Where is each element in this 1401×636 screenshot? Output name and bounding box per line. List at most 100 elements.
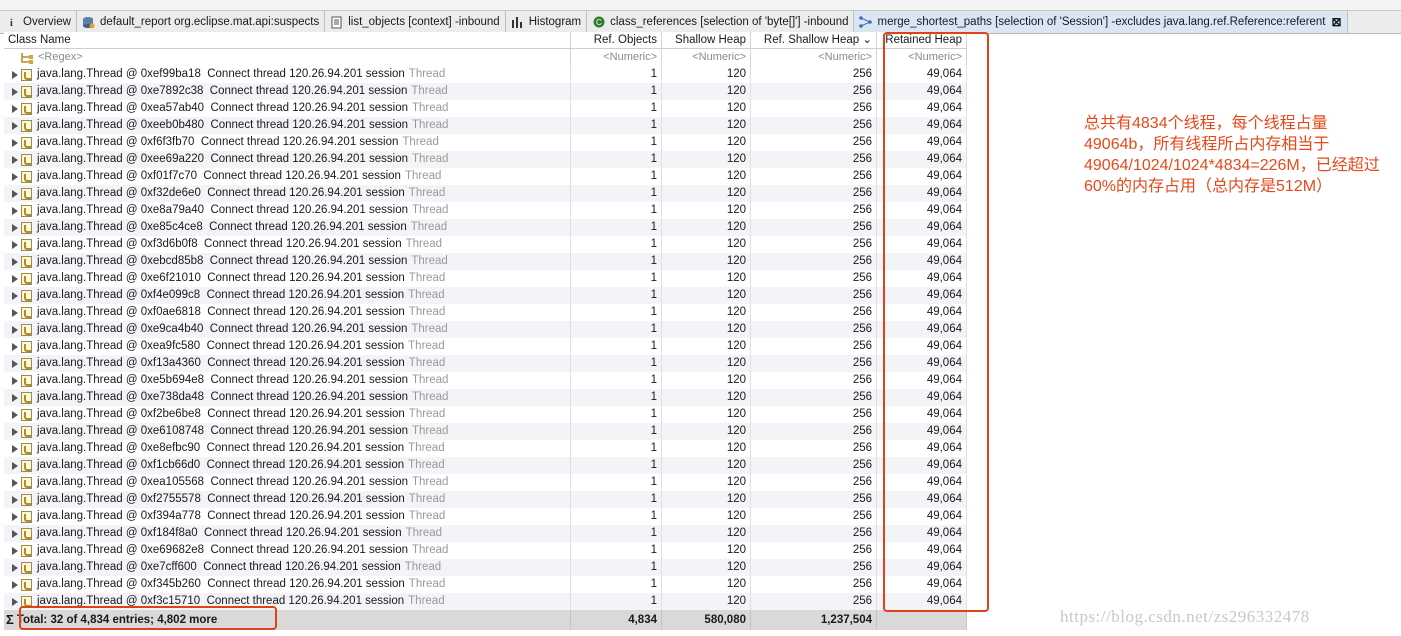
close-tab-icon[interactable]: ⊠ (1332, 15, 1342, 29)
expand-arrow-icon[interactable] (12, 495, 18, 504)
ref-shallow-heap-filter-input[interactable]: <Numeric> (751, 49, 877, 66)
expand-arrow-icon[interactable] (12, 529, 18, 538)
expand-arrow-icon[interactable] (12, 274, 18, 283)
table-row[interactable]: java.lang.Thread @ 0xf13a4360 Connect th… (4, 355, 967, 372)
tab-label: Overview (23, 16, 71, 28)
table-row[interactable]: java.lang.Thread @ 0xe7cff600 Connect th… (4, 559, 967, 576)
expand-arrow-icon[interactable] (12, 70, 18, 79)
expand-arrow-icon[interactable] (12, 393, 18, 402)
table-row[interactable]: java.lang.Thread @ 0xe69682e8 Connect th… (4, 542, 967, 559)
object-address: java.lang.Thread @ 0xf0ae6818 (37, 306, 201, 318)
thread-description: Connect thread 120.26.94.201 session (204, 527, 402, 539)
table-row[interactable]: java.lang.Thread @ 0xe738da48 Connect th… (4, 389, 967, 406)
class-name-cell: java.lang.Thread @ 0xee69a220 Connect th… (4, 151, 571, 168)
expand-arrow-icon[interactable] (12, 461, 18, 470)
expand-arrow-icon[interactable] (12, 104, 18, 113)
table-row[interactable]: java.lang.Thread @ 0xf0ae6818 Connect th… (4, 304, 967, 321)
table-row[interactable]: java.lang.Thread @ 0xea105568 Connect th… (4, 474, 967, 491)
expand-arrow-icon[interactable] (12, 478, 18, 487)
table-row[interactable]: java.lang.Thread @ 0xf394a778 Connect th… (4, 508, 967, 525)
expand-arrow-icon[interactable] (12, 206, 18, 215)
expand-arrow-icon[interactable] (12, 172, 18, 181)
thread-type: Thread (408, 289, 445, 301)
table-row[interactable]: java.lang.Thread @ 0xe6108748 Connect th… (4, 423, 967, 440)
table-row[interactable]: java.lang.Thread @ 0xe7892c38 Connect th… (4, 83, 967, 100)
expand-arrow-icon[interactable] (12, 257, 18, 266)
table-row[interactable]: java.lang.Thread @ 0xe85c4ce8 Connect th… (4, 219, 967, 236)
table-row[interactable]: java.lang.Thread @ 0xf4e099c8 Connect th… (4, 287, 967, 304)
column-header-class-name[interactable]: Class Name (4, 32, 571, 48)
expand-arrow-icon[interactable] (12, 444, 18, 453)
expand-arrow-icon[interactable] (12, 121, 18, 130)
expand-arrow-icon[interactable] (12, 376, 18, 385)
tab-list[interactable]: list_objects [context] -inbound (325, 11, 506, 33)
expand-arrow-icon[interactable] (12, 240, 18, 249)
expand-arrow-icon[interactable] (12, 291, 18, 300)
regex-filter-input[interactable]: <Regex> (4, 49, 571, 66)
expand-arrow-icon[interactable] (12, 580, 18, 589)
shallow-heap-cell: 120 (662, 338, 751, 355)
table-row[interactable]: java.lang.Thread @ 0xe5b694e8 Connect th… (4, 372, 967, 389)
tab-report[interactable]: default_report org.eclipse.mat.api:suspe… (77, 11, 326, 33)
shallow-heap-filter-input[interactable]: <Numeric> (662, 49, 751, 66)
column-header-ref-shallow-heap[interactable]: Ref. Shallow Heap ⌄ (751, 32, 877, 48)
tab-class[interactable]: Cclass_references [selection of 'byte[]'… (587, 11, 855, 33)
expand-arrow-icon[interactable] (12, 546, 18, 555)
expand-arrow-icon[interactable] (12, 342, 18, 351)
table-row[interactable]: java.lang.Thread @ 0xea57ab40 Connect th… (4, 100, 967, 117)
table-row[interactable]: java.lang.Thread @ 0xe8efbc90 Connect th… (4, 440, 967, 457)
expand-arrow-icon[interactable] (12, 563, 18, 572)
class-name-cell: java.lang.Thread @ 0xe85c4ce8 Connect th… (4, 219, 571, 236)
object-address: java.lang.Thread @ 0xf13a4360 (37, 357, 201, 369)
table-row[interactable]: java.lang.Thread @ 0xf6f3fb70 Connect th… (4, 134, 967, 151)
table-row[interactable]: java.lang.Thread @ 0xf345b260 Connect th… (4, 576, 967, 593)
column-header-ref-objects[interactable]: Ref. Objects (571, 32, 662, 48)
java-object-icon (21, 68, 32, 81)
tab-info[interactable]: i Overview (0, 11, 77, 33)
table-row[interactable]: java.lang.Thread @ 0xf184f8a0 Connect th… (4, 525, 967, 542)
expand-arrow-icon[interactable] (12, 325, 18, 334)
table-row[interactable]: java.lang.Thread @ 0xeeb0b480 Connect th… (4, 117, 967, 134)
java-object-icon (21, 102, 32, 115)
expand-arrow-icon[interactable] (12, 512, 18, 521)
expand-arrow-icon[interactable] (12, 87, 18, 96)
table-row[interactable]: java.lang.Thread @ 0xf2755578 Connect th… (4, 491, 967, 508)
java-object-icon (21, 357, 32, 370)
table-row[interactable]: java.lang.Thread @ 0xe8a79a40 Connect th… (4, 202, 967, 219)
ref-objects-cell: 1 (571, 406, 662, 423)
expand-arrow-icon[interactable] (12, 223, 18, 232)
expand-arrow-icon[interactable] (12, 410, 18, 419)
ref-objects-cell: 1 (571, 100, 662, 117)
class-name-cell: java.lang.Thread @ 0xe7cff600 Connect th… (4, 559, 571, 576)
thread-description: Connect thread 120.26.94.201 session (207, 357, 405, 369)
tab-histogram[interactable]: Histogram (506, 11, 588, 33)
table-row[interactable]: java.lang.Thread @ 0xf32de6e0 Connect th… (4, 185, 967, 202)
table-row[interactable]: java.lang.Thread @ 0xf2be6be8 Connect th… (4, 406, 967, 423)
ref-objects-cell: 1 (571, 253, 662, 270)
table-row[interactable]: java.lang.Thread @ 0xea9fc580 Connect th… (4, 338, 967, 355)
svg-text:C: C (596, 18, 602, 27)
table-row[interactable]: java.lang.Thread @ 0xf01f7c70 Connect th… (4, 168, 967, 185)
expand-arrow-icon[interactable] (12, 155, 18, 164)
expand-arrow-icon[interactable] (12, 189, 18, 198)
table-row[interactable]: java.lang.Thread @ 0xebcd85b8 Connect th… (4, 253, 967, 270)
thread-description: Connect thread 120.26.94.201 session (203, 561, 401, 573)
table-row[interactable]: java.lang.Thread @ 0xe6f21010 Connect th… (4, 270, 967, 287)
java-object-icon (21, 578, 32, 591)
expand-arrow-icon[interactable] (12, 308, 18, 317)
column-header-shallow-heap[interactable]: Shallow Heap (662, 32, 751, 48)
table-row[interactable]: java.lang.Thread @ 0xee69a220 Connect th… (4, 151, 967, 168)
ref-objects-filter-input[interactable]: <Numeric> (571, 49, 662, 66)
java-object-icon (21, 374, 32, 387)
thread-description: Connect thread 120.26.94.201 session (209, 221, 407, 233)
expand-arrow-icon[interactable] (12, 138, 18, 147)
expand-arrow-icon[interactable] (12, 597, 18, 606)
table-row[interactable]: java.lang.Thread @ 0xef99ba18 Connect th… (4, 66, 967, 83)
table-row[interactable]: java.lang.Thread @ 0xf1cb66d0 Connect th… (4, 457, 967, 474)
expand-arrow-icon[interactable] (12, 427, 18, 436)
table-row[interactable]: java.lang.Thread @ 0xe9ca4b40 Connect th… (4, 321, 967, 338)
table-row[interactable]: java.lang.Thread @ 0xf3d6b0f8 Connect th… (4, 236, 967, 253)
total-ref-objects: 4,834 (571, 610, 662, 630)
expand-arrow-icon[interactable] (12, 359, 18, 368)
tab-merge-paths[interactable]: merge_shortest_paths [selection of 'Sess… (854, 11, 1348, 33)
